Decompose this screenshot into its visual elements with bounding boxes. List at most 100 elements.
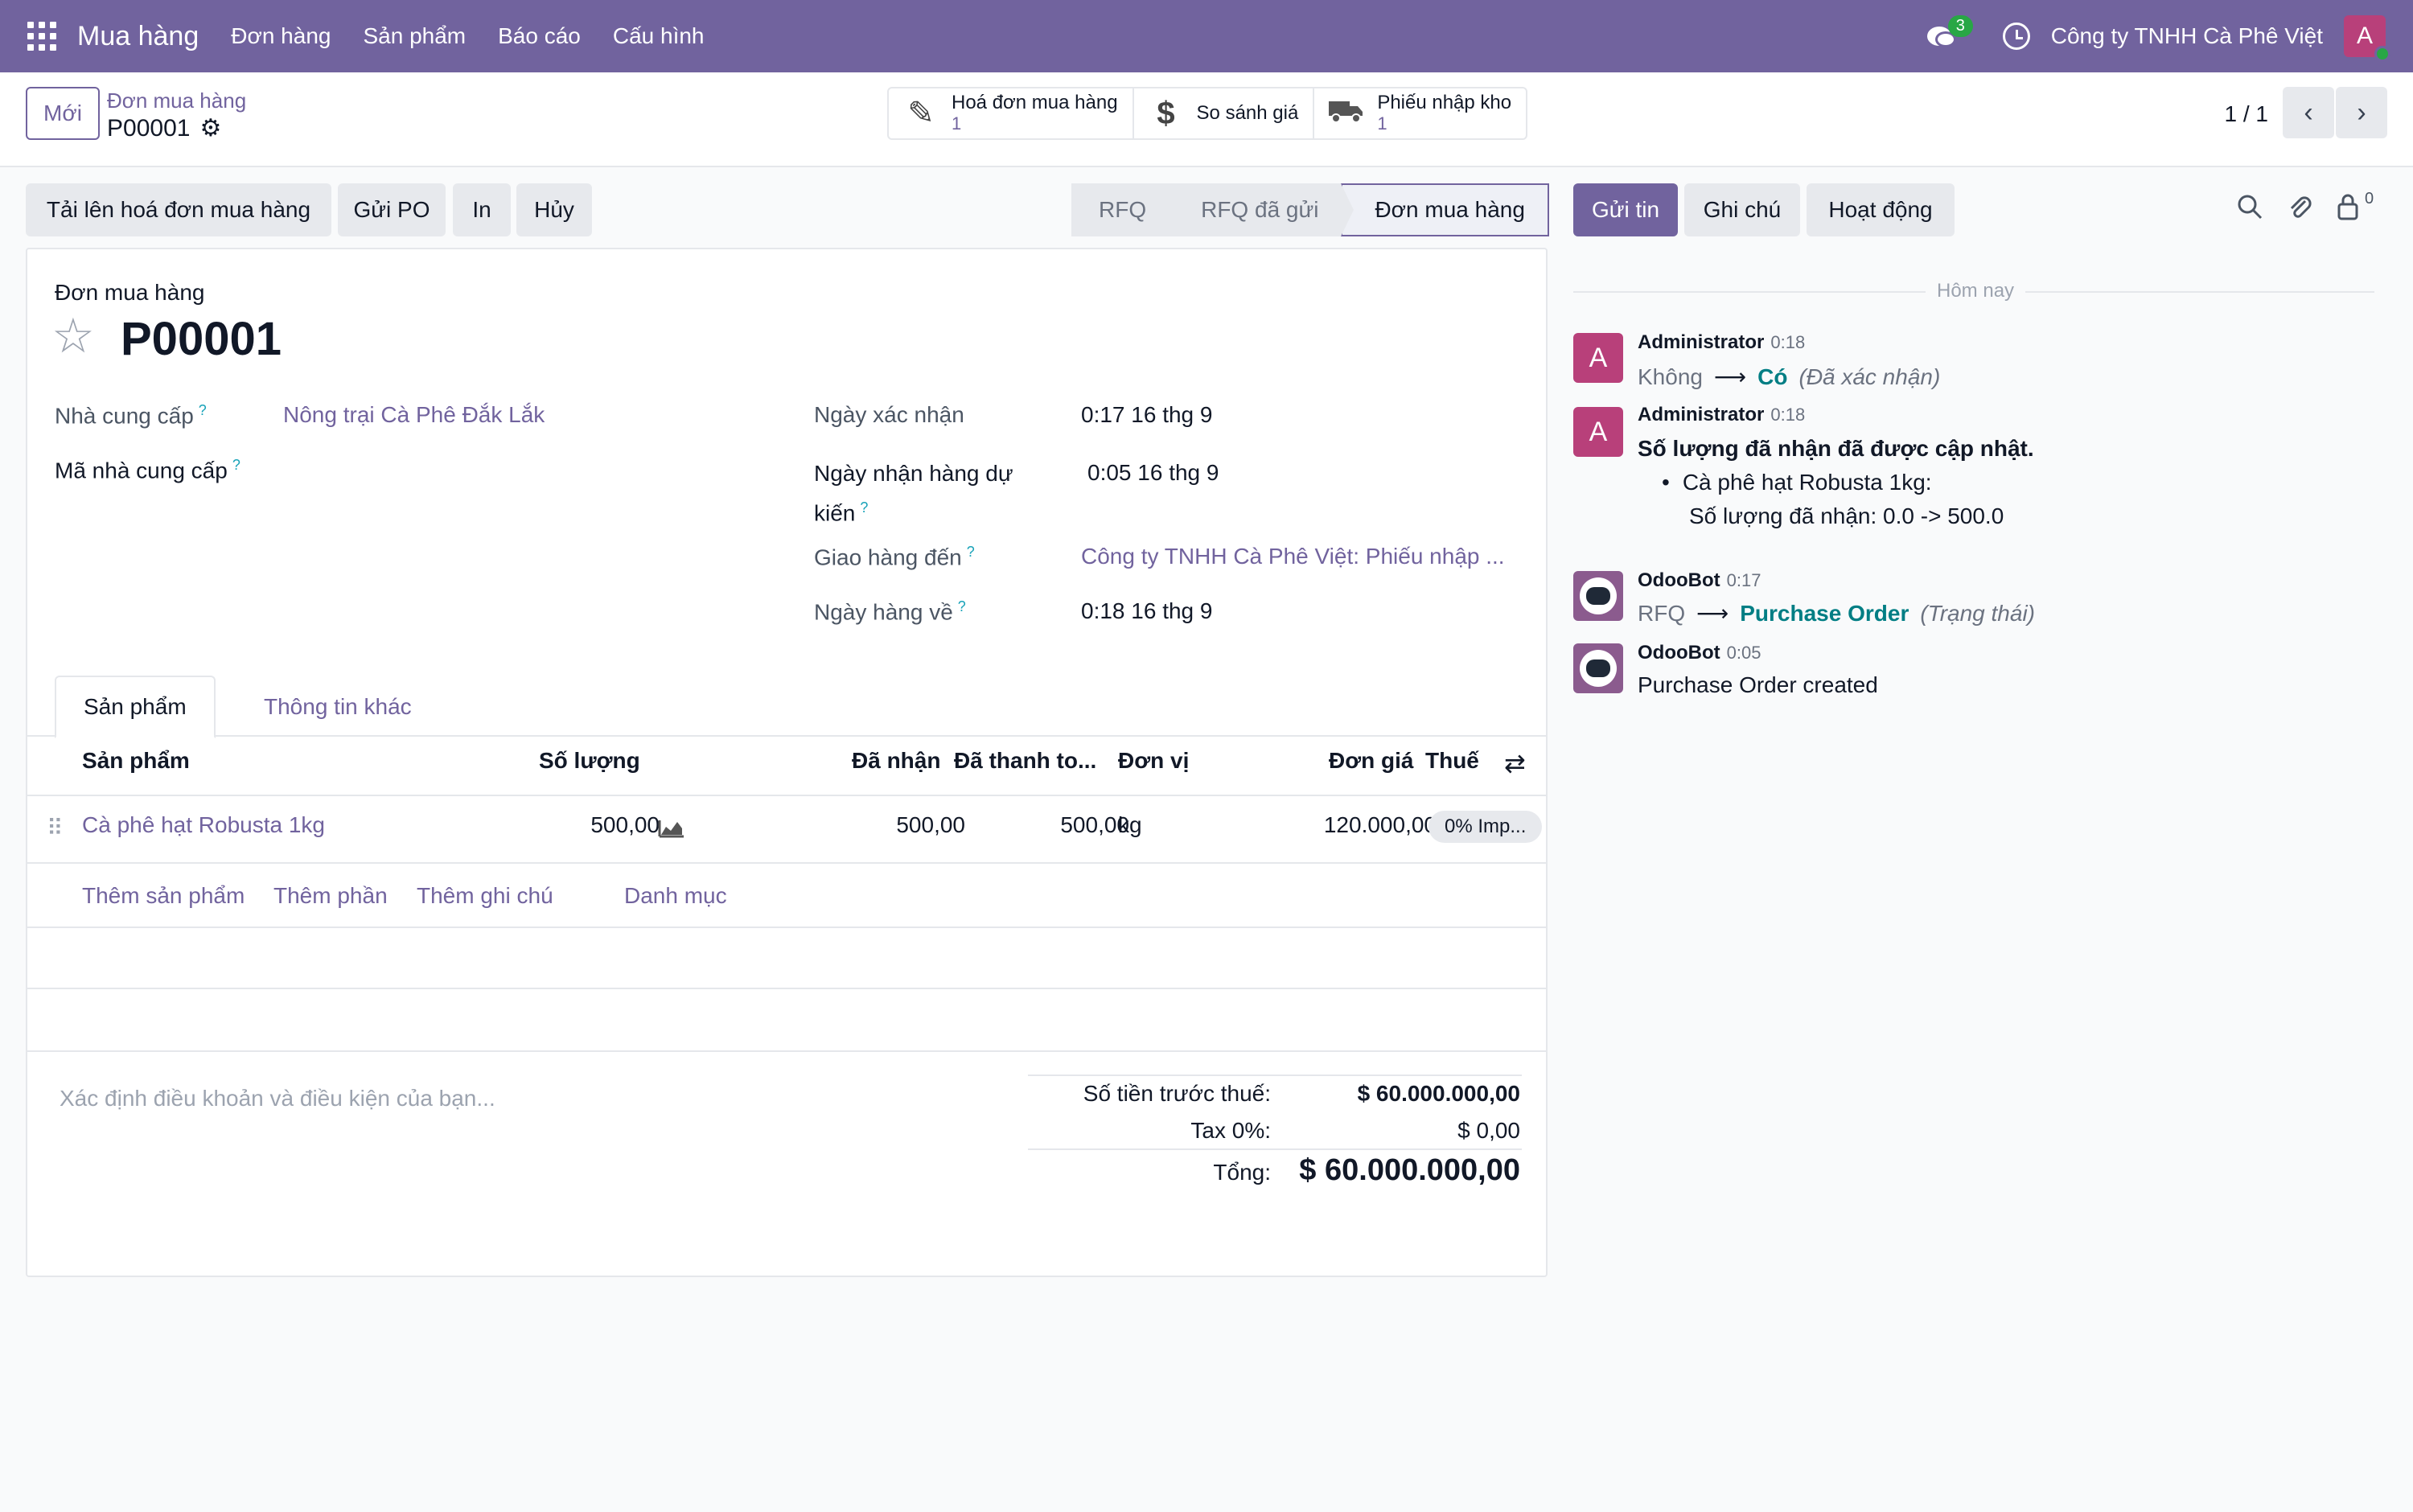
app-menu-icon[interactable]	[27, 22, 56, 51]
tracking-old-value: Không	[1638, 364, 1703, 389]
odoobot-avatar[interactable]	[1573, 643, 1623, 693]
gear-icon[interactable]: ⚙	[199, 114, 221, 142]
message-body: Purchase Order created	[1638, 672, 1878, 697]
stage-rfq[interactable]: RFQ	[1071, 183, 1182, 236]
message-author-name[interactable]: Administrator	[1638, 404, 1764, 425]
column-received[interactable]: Đã nhận	[852, 748, 940, 774]
arrival-date-label: Ngày hàng về?	[814, 598, 966, 625]
chat-count-badge: 3	[1947, 15, 1973, 37]
star-icon[interactable]: ☆	[51, 312, 95, 360]
activity-clock-icon[interactable]	[2002, 23, 2030, 50]
expected-arrival-label-line1: Ngày nhận hàng dự	[814, 461, 1013, 486]
arrow-right-icon: ⟶	[1696, 601, 1729, 626]
drag-handle-icon[interactable]: ⠿	[47, 815, 63, 841]
message-time: 0:05	[1726, 643, 1761, 663]
column-quantity[interactable]: Số lượng	[539, 748, 640, 774]
smart-button-receipts[interactable]: Phiếu nhập kho 1	[1314, 88, 1526, 138]
catalog-link[interactable]: Danh mục	[624, 883, 727, 909]
avatar[interactable]: A	[1573, 333, 1623, 383]
tracking-field-name: (Trạng thái)	[1920, 600, 2035, 626]
tracking-new-value: Có	[1757, 364, 1788, 389]
confirmation-date-field[interactable]: 0:17 16 thg 9	[1081, 402, 1212, 428]
help-icon[interactable]: ?	[860, 499, 868, 516]
row-divider	[27, 1050, 1546, 1052]
menu-orders[interactable]: Đơn hàng	[231, 23, 331, 49]
message-author-name[interactable]: OdooBot	[1638, 569, 1720, 591]
terms-conditions-input[interactable]: Xác định điều khoản và điều kiện của bạn…	[60, 1086, 495, 1111]
row-unit[interactable]: kg	[1118, 812, 1142, 838]
help-icon[interactable]: ?	[232, 457, 240, 473]
odoobot-avatar[interactable]	[1573, 571, 1623, 621]
new-button[interactable]: Mới	[26, 87, 100, 140]
message-bullet-text: Cà phê hạt Robusta 1kg:	[1682, 470, 1932, 495]
tracking-value-line: Không ⟶ Có (Đã xác nhận)	[1638, 364, 1940, 390]
help-icon[interactable]: ?	[967, 544, 975, 560]
cancel-button[interactable]: Hủy	[516, 183, 592, 236]
deliver-to-field[interactable]: Công ty TNHH Cà Phê Việt: Phiếu nhập ...	[1081, 544, 1505, 569]
add-section-link[interactable]: Thêm phần	[273, 883, 388, 909]
status-bar: RFQ RFQ đã gửi Đơn mua hàng	[1071, 183, 1549, 236]
avatar[interactable]: A	[1573, 407, 1623, 457]
row-tax-tag[interactable]: 0% Imp...	[1428, 811, 1543, 843]
message-author: OdooBot 0:05	[1638, 642, 1761, 664]
column-settings-icon[interactable]: ⇄	[1504, 748, 1526, 779]
followers-count: 0	[2365, 190, 2374, 207]
help-icon[interactable]: ?	[199, 402, 207, 418]
column-unit[interactable]: Đơn vị	[1118, 748, 1189, 774]
app-brand[interactable]: Mua hàng	[77, 21, 199, 52]
search-icon[interactable]	[2236, 193, 2263, 228]
smart-button-vendor-bills[interactable]: ✎ Hoá đơn mua hàng 1	[889, 88, 1134, 138]
breadcrumb-current-label: P00001	[107, 114, 191, 142]
row-received[interactable]: 500,00	[869, 812, 965, 838]
column-product[interactable]: Sản phẩm	[82, 748, 190, 774]
total-value: $ 60.000.000,00	[1299, 1153, 1520, 1187]
tax-value: $ 0,00	[1457, 1118, 1520, 1143]
row-quantity[interactable]: 500,00	[555, 812, 660, 838]
menu-products[interactable]: Sản phẩm	[363, 23, 466, 49]
tracking-old-value: RFQ	[1638, 600, 1686, 626]
breadcrumb-current: P00001 ⚙	[107, 114, 221, 142]
menu-configuration[interactable]: Cấu hình	[613, 23, 705, 49]
send-message-button[interactable]: Gửi tin	[1573, 183, 1678, 236]
vendor-bills-count: 1	[952, 113, 962, 134]
expected-arrival-field[interactable]: 0:05 16 thg 9	[1087, 460, 1219, 486]
stage-purchase-order-label: Đơn mua hàng	[1375, 197, 1525, 222]
column-taxes[interactable]: Thuế	[1425, 748, 1479, 774]
row-product[interactable]: Cà phê hạt Robusta 1kg	[82, 812, 325, 838]
chat-icon[interactable]: 3	[1926, 15, 1973, 52]
smart-button-compare-price[interactable]: $ So sánh giá	[1134, 88, 1315, 138]
followers-lock-icon[interactable]	[2336, 193, 2360, 228]
vendor-field[interactable]: Nông trại Cà Phê Đắk Lắk	[283, 402, 545, 428]
tab-products[interactable]: Sản phẩm	[55, 676, 216, 738]
company-switcher[interactable]: Công ty TNHH Cà Phê Việt	[2051, 23, 2323, 49]
breadcrumb-parent[interactable]: Đơn mua hàng	[107, 88, 246, 113]
robot-icon	[1580, 650, 1617, 687]
message-author-name[interactable]: Administrator	[1638, 331, 1764, 353]
tab-other-info[interactable]: Thông tin khác	[236, 676, 439, 738]
column-billed[interactable]: Đã thanh to...	[954, 748, 1096, 774]
expected-arrival-label: Ngày nhận hàng dự kiến?	[814, 457, 1013, 530]
menu-reporting[interactable]: Báo cáo	[498, 23, 581, 49]
pager-previous-button[interactable]: ‹	[2283, 87, 2334, 138]
arrival-date-field[interactable]: 0:18 16 thg 9	[1081, 598, 1212, 624]
add-product-link[interactable]: Thêm sản phẩm	[82, 883, 245, 909]
upload-bill-button[interactable]: Tải lên hoá đơn mua hàng	[26, 183, 331, 236]
stage-purchase-order[interactable]: Đơn mua hàng	[1341, 183, 1549, 236]
user-avatar[interactable]: A	[2344, 15, 2390, 62]
pager-next-button[interactable]: ›	[2336, 87, 2387, 138]
add-note-link[interactable]: Thêm ghi chú	[417, 883, 553, 909]
stage-rfq-sent[interactable]: RFQ đã gửi	[1169, 183, 1354, 236]
pager-value[interactable]: 1 / 1	[2225, 101, 2268, 127]
activities-button[interactable]: Hoạt động	[1807, 183, 1955, 236]
paperclip-icon[interactable]	[2286, 193, 2313, 228]
document-name: P00001	[121, 313, 282, 365]
column-unit-price[interactable]: Đơn giá	[1329, 748, 1413, 774]
totals-top-divider	[1028, 1074, 1522, 1076]
message-author-name[interactable]: OdooBot	[1638, 642, 1720, 664]
send-po-button[interactable]: Gửi PO	[338, 183, 446, 236]
row-unit-price[interactable]: 120.000,00	[1282, 812, 1437, 838]
forecast-chart-icon[interactable]	[658, 817, 685, 838]
log-note-button[interactable]: Ghi chú	[1684, 183, 1800, 236]
help-icon[interactable]: ?	[958, 598, 966, 614]
print-button[interactable]: In	[453, 183, 511, 236]
